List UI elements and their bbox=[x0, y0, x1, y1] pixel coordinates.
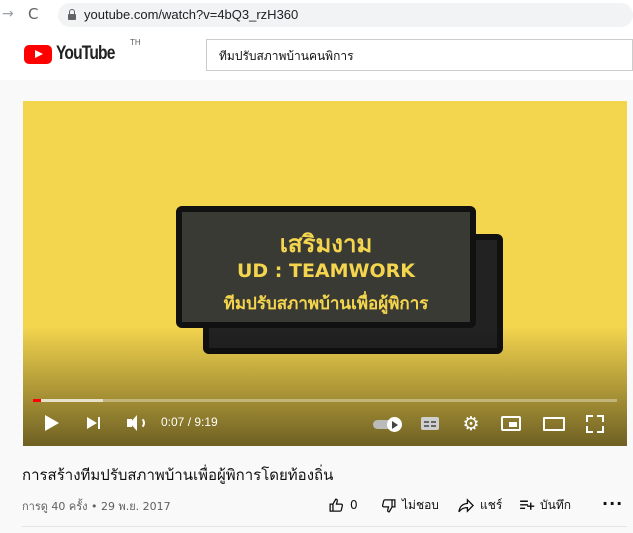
miniplayer-button[interactable] bbox=[501, 416, 521, 431]
share-arrow-icon bbox=[458, 497, 474, 513]
share-label: แชร์ bbox=[480, 497, 503, 512]
card-title-line3: ทีมปรับสภาพบ้านเพื่อผู้พิการ bbox=[223, 294, 429, 314]
youtube-wordmark: YouTube bbox=[56, 43, 115, 64]
playlist-add-icon bbox=[520, 500, 535, 510]
dislike-button[interactable]: ไม่ชอบ bbox=[380, 495, 439, 515]
dislike-label: ไม่ชอบ bbox=[402, 497, 439, 512]
theater-mode-button[interactable] bbox=[543, 417, 565, 431]
save-label: บันทึก bbox=[540, 497, 571, 512]
region-code: TH bbox=[130, 38, 141, 47]
like-count: 0 bbox=[350, 498, 358, 512]
youtube-play-logo-icon bbox=[24, 45, 52, 64]
card-title-line2: UD : TEAMWORK bbox=[236, 260, 416, 282]
play-button[interactable] bbox=[45, 413, 59, 435]
progress-buffered bbox=[33, 399, 104, 402]
save-button[interactable]: บันทึก bbox=[518, 495, 571, 515]
browser-address-bar: → C youtube.com/watch?v=4bQ3_rzH360 bbox=[0, 0, 633, 30]
divider bbox=[22, 526, 627, 527]
video-meta: การดู 40 ครั้ง • 29 พ.ย. 2017 bbox=[22, 500, 171, 513]
subtitles-button[interactable] bbox=[421, 417, 439, 430]
fullscreen-corner-icon bbox=[597, 426, 604, 433]
fullscreen-corner-icon bbox=[586, 426, 593, 433]
like-button[interactable]: 0 bbox=[328, 495, 358, 515]
reload-icon[interactable]: C bbox=[28, 5, 38, 23]
autoplay-toggle[interactable] bbox=[373, 417, 403, 432]
video-title: การสร้างทีมปรับสภาพบ้านเพื่อผู้พิการโดยท… bbox=[22, 466, 334, 484]
thumb-down-icon bbox=[381, 498, 396, 513]
youtube-header: YouTube TH ทีมปรับสภาพบ้านคนพิการ bbox=[0, 30, 633, 80]
fullscreen-button[interactable] bbox=[586, 415, 604, 433]
share-button[interactable]: แชร์ bbox=[457, 495, 502, 515]
time-display: 0:07 / 9:19 bbox=[161, 415, 218, 429]
fullscreen-corner-icon bbox=[586, 415, 593, 422]
forward-arrow-icon[interactable]: → bbox=[2, 6, 14, 22]
thumb-up-icon bbox=[329, 497, 344, 512]
gear-icon: ⚙ bbox=[462, 413, 480, 435]
volume-icon bbox=[139, 417, 145, 429]
lock-icon bbox=[68, 9, 76, 20]
settings-button[interactable]: ⚙ bbox=[461, 414, 481, 434]
video-player[interactable]: เสริมงาม UD : TEAMWORK ทีมปรับสภาพบ้านเพ… bbox=[23, 101, 627, 446]
url-field[interactable]: youtube.com/watch?v=4bQ3_rzH360 bbox=[58, 3, 633, 27]
card-front-panel: เสริมงาม UD : TEAMWORK ทีมปรับสภาพบ้านเพ… bbox=[176, 206, 476, 328]
url-text: youtube.com/watch?v=4bQ3_rzH360 bbox=[84, 7, 299, 22]
more-actions-button[interactable]: ··· bbox=[602, 494, 623, 513]
autoplay-play-icon bbox=[387, 417, 402, 432]
progress-bar[interactable] bbox=[33, 399, 617, 402]
card-title-line1: เสริมงาม bbox=[279, 230, 373, 258]
fullscreen-corner-icon bbox=[597, 415, 604, 422]
controls-gradient bbox=[23, 326, 627, 446]
volume-button[interactable] bbox=[127, 413, 145, 435]
next-button[interactable] bbox=[87, 413, 103, 435]
search-input[interactable]: ทีมปรับสภาพบ้านคนพิการ bbox=[206, 39, 633, 71]
progress-played bbox=[33, 399, 41, 402]
search-query-text: ทีมปรับสภาพบ้านคนพิการ bbox=[219, 49, 354, 63]
